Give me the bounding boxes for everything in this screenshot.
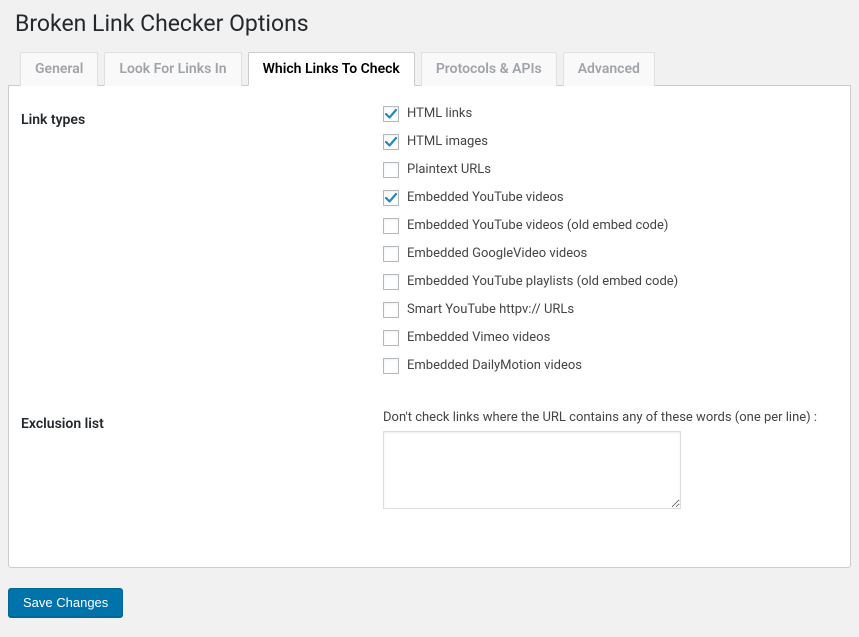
exclusion-list-row: Exclusion list Don't check links where t… — [21, 410, 838, 513]
save-button[interactable]: Save Changes — [8, 588, 123, 617]
checkbox-checked-icon[interactable] — [383, 106, 399, 122]
checkbox-icon[interactable] — [383, 218, 399, 234]
link-type-option[interactable]: Embedded Vimeo videos — [383, 330, 838, 346]
link-type-option[interactable]: Plaintext URLs — [383, 162, 838, 178]
exclusion-help-text: Don't check links where the URL contains… — [383, 410, 838, 425]
tab-look-for-links-in[interactable]: Look For Links In — [104, 52, 241, 86]
checkbox-icon[interactable] — [383, 358, 399, 374]
link-type-label: Plaintext URLs — [407, 162, 491, 177]
link-type-label: Embedded YouTube videos (old embed code) — [407, 218, 668, 233]
link-type-option[interactable]: Embedded GoogleVideo videos — [383, 246, 838, 262]
exclusion-list-field: Don't check links where the URL contains… — [383, 410, 838, 513]
link-type-label: Embedded Vimeo videos — [407, 330, 550, 345]
settings-panel: Link types HTML links HTML images Plaintex… — [8, 85, 851, 568]
link-type-label: Smart YouTube httpv:// URLs — [407, 302, 574, 317]
checkbox-icon[interactable] — [383, 330, 399, 346]
link-type-option[interactable]: Embedded YouTube playlists (old embed co… — [383, 274, 838, 290]
link-type-label: HTML links — [407, 106, 472, 121]
tab-advanced[interactable]: Advanced — [563, 52, 655, 86]
link-type-option[interactable]: HTML links — [383, 106, 838, 122]
link-types-row: Link types HTML links HTML images Plaintex… — [21, 106, 838, 386]
checkbox-icon[interactable] — [383, 274, 399, 290]
save-row: Save Changes — [0, 568, 859, 617]
link-type-label: Embedded YouTube videos — [407, 190, 564, 205]
link-type-option[interactable]: Embedded YouTube videos (old embed code) — [383, 218, 838, 234]
checkbox-icon[interactable] — [383, 302, 399, 318]
tab-general[interactable]: General — [20, 52, 98, 86]
tab-which-links-to-check[interactable]: Which Links To Check — [248, 52, 415, 86]
link-type-label: Embedded GoogleVideo videos — [407, 246, 587, 261]
tab-protocols-apis[interactable]: Protocols & APIs — [421, 52, 557, 86]
settings-tabs: GeneralLook For Links InWhich Links To C… — [0, 51, 859, 85]
link-type-label: Embedded DailyMotion videos — [407, 358, 582, 373]
link-types-label: Link types — [21, 106, 383, 128]
link-types-options: HTML links HTML images Plaintext URLs Embed… — [383, 106, 838, 386]
link-type-label: HTML images — [407, 134, 488, 149]
link-type-option[interactable]: Embedded YouTube videos — [383, 190, 838, 206]
page-title: Broken Link Checker Options — [0, 0, 859, 43]
link-type-option[interactable]: HTML images — [383, 134, 838, 150]
checkbox-icon[interactable] — [383, 162, 399, 178]
link-type-option[interactable]: Embedded DailyMotion videos — [383, 358, 838, 374]
exclusion-textarea[interactable] — [383, 431, 681, 509]
checkbox-icon[interactable] — [383, 246, 399, 262]
link-type-option[interactable]: Smart YouTube httpv:// URLs — [383, 302, 838, 318]
checkbox-checked-icon[interactable] — [383, 190, 399, 206]
checkbox-checked-icon[interactable] — [383, 134, 399, 150]
link-type-label: Embedded YouTube playlists (old embed co… — [407, 274, 678, 289]
exclusion-list-label: Exclusion list — [21, 410, 383, 432]
